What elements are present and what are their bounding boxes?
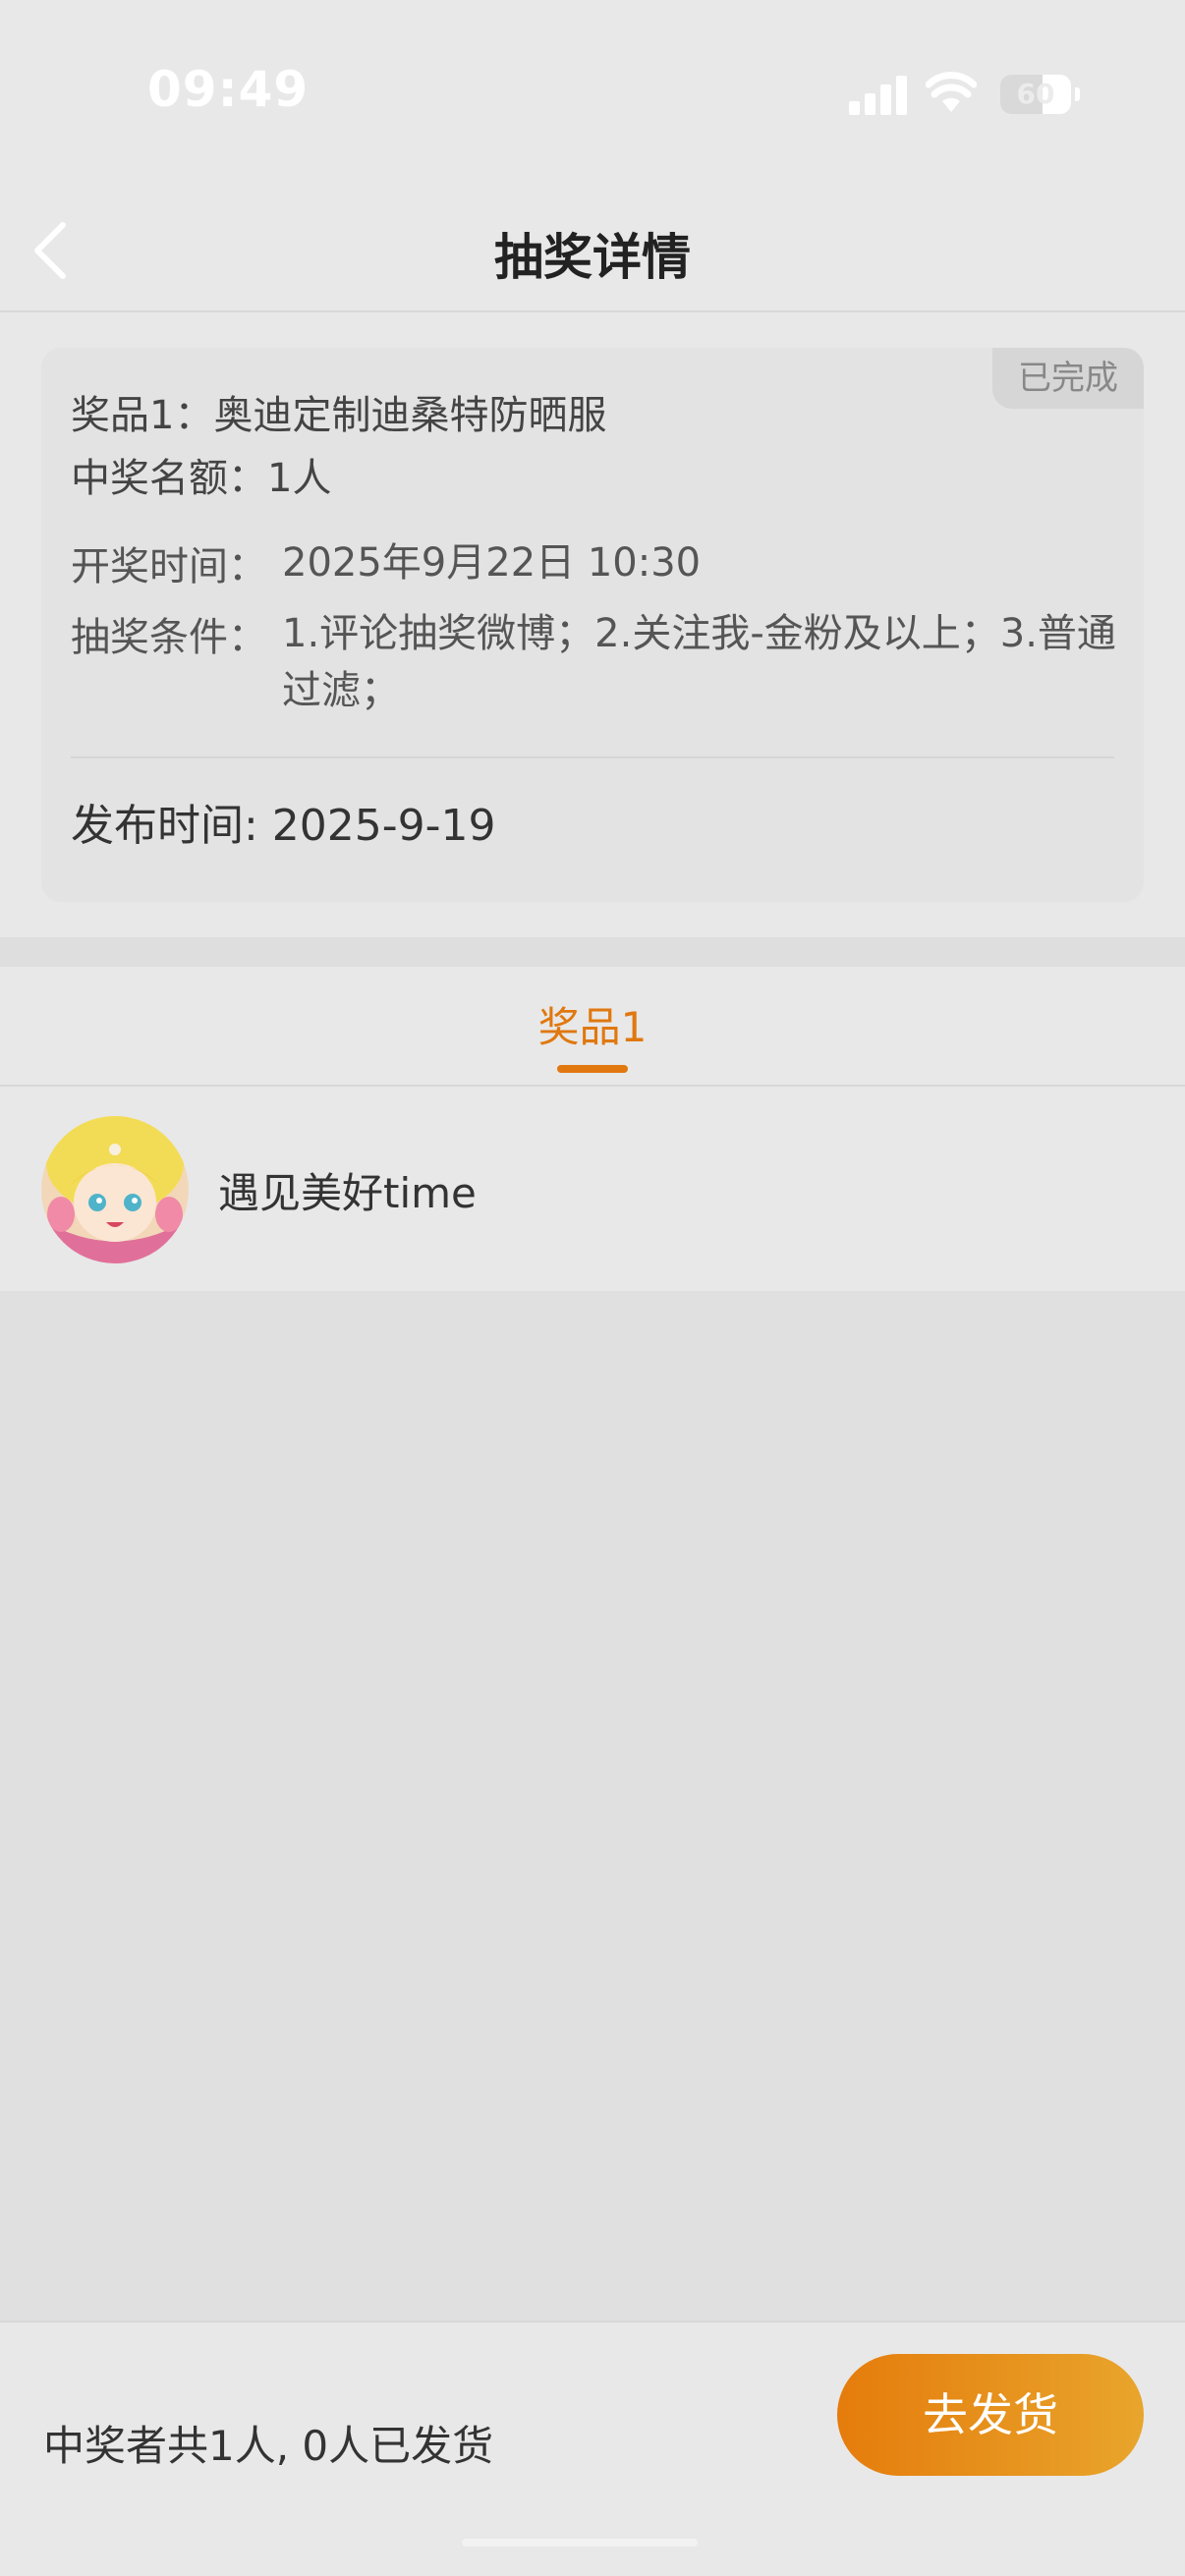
tab-active-indicator xyxy=(557,1065,628,1073)
quota-line: 中奖名额：1人 xyxy=(71,456,332,501)
prize-line: 奖品1：奥迪定制迪桑特防晒服 xyxy=(71,393,607,438)
avatar[interactable] xyxy=(41,1116,189,1263)
conditions-value: 1.评论抽奖微博；2.关注我-金粉及以上；3.普通过滤； xyxy=(282,611,1116,713)
status-time: 09:49 xyxy=(147,61,310,118)
winner-summary: 中奖者共1人, 0人已发货 xyxy=(43,2422,494,2470)
cellular-signal-icon xyxy=(849,74,908,115)
winner-list-item[interactable]: 遇见美好time xyxy=(0,1087,1185,1291)
conditions-row: 抽奖条件： 1.评论抽奖微博；2.关注我-金粉及以上；3.普通过滤； xyxy=(71,605,1117,719)
lottery-info-section: 已完成 奖品1：奥迪定制迪桑特防晒服 中奖名额：1人 开奖时间： 2025年9月… xyxy=(0,312,1185,937)
draw-time-row: 开奖时间： 2025年9月22日 10:30 xyxy=(71,534,1117,591)
section-gap xyxy=(0,937,1185,967)
page-title: 抽奖详情 xyxy=(494,229,691,286)
nav-bar: 抽奖详情 xyxy=(0,187,1185,312)
winner-name[interactable]: 遇见美好time xyxy=(218,1160,477,1220)
draw-time-label: 开奖时间： xyxy=(71,544,267,589)
bottom-action-bar: 中奖者共1人, 0人已发货 去发货 xyxy=(0,2321,1185,2576)
lottery-info-card: 已完成 奖品1：奥迪定制迪桑特防晒服 中奖名额：1人 开奖时间： 2025年9月… xyxy=(41,348,1144,902)
prize-tab-bar: 奖品1 xyxy=(0,967,1185,1087)
divider xyxy=(71,756,1114,758)
wifi-icon xyxy=(926,72,977,112)
tab-prize-1[interactable]: 奖品1 xyxy=(0,994,1185,1054)
ship-button[interactable]: 去发货 xyxy=(837,2354,1144,2476)
status-bar: 09:49 60 xyxy=(0,0,1185,187)
home-indicator xyxy=(462,2539,698,2547)
battery-nub xyxy=(1075,87,1080,101)
battery-percent: 60 xyxy=(1016,78,1055,110)
conditions-label: 抽奖条件： xyxy=(71,615,267,660)
publish-time: 发布时间: 2025-9-19 xyxy=(71,801,496,851)
battery-icon: 60 xyxy=(1000,75,1071,114)
status-badge: 已完成 xyxy=(992,348,1144,409)
draw-time-value: 2025年9月22日 10:30 xyxy=(282,540,702,586)
